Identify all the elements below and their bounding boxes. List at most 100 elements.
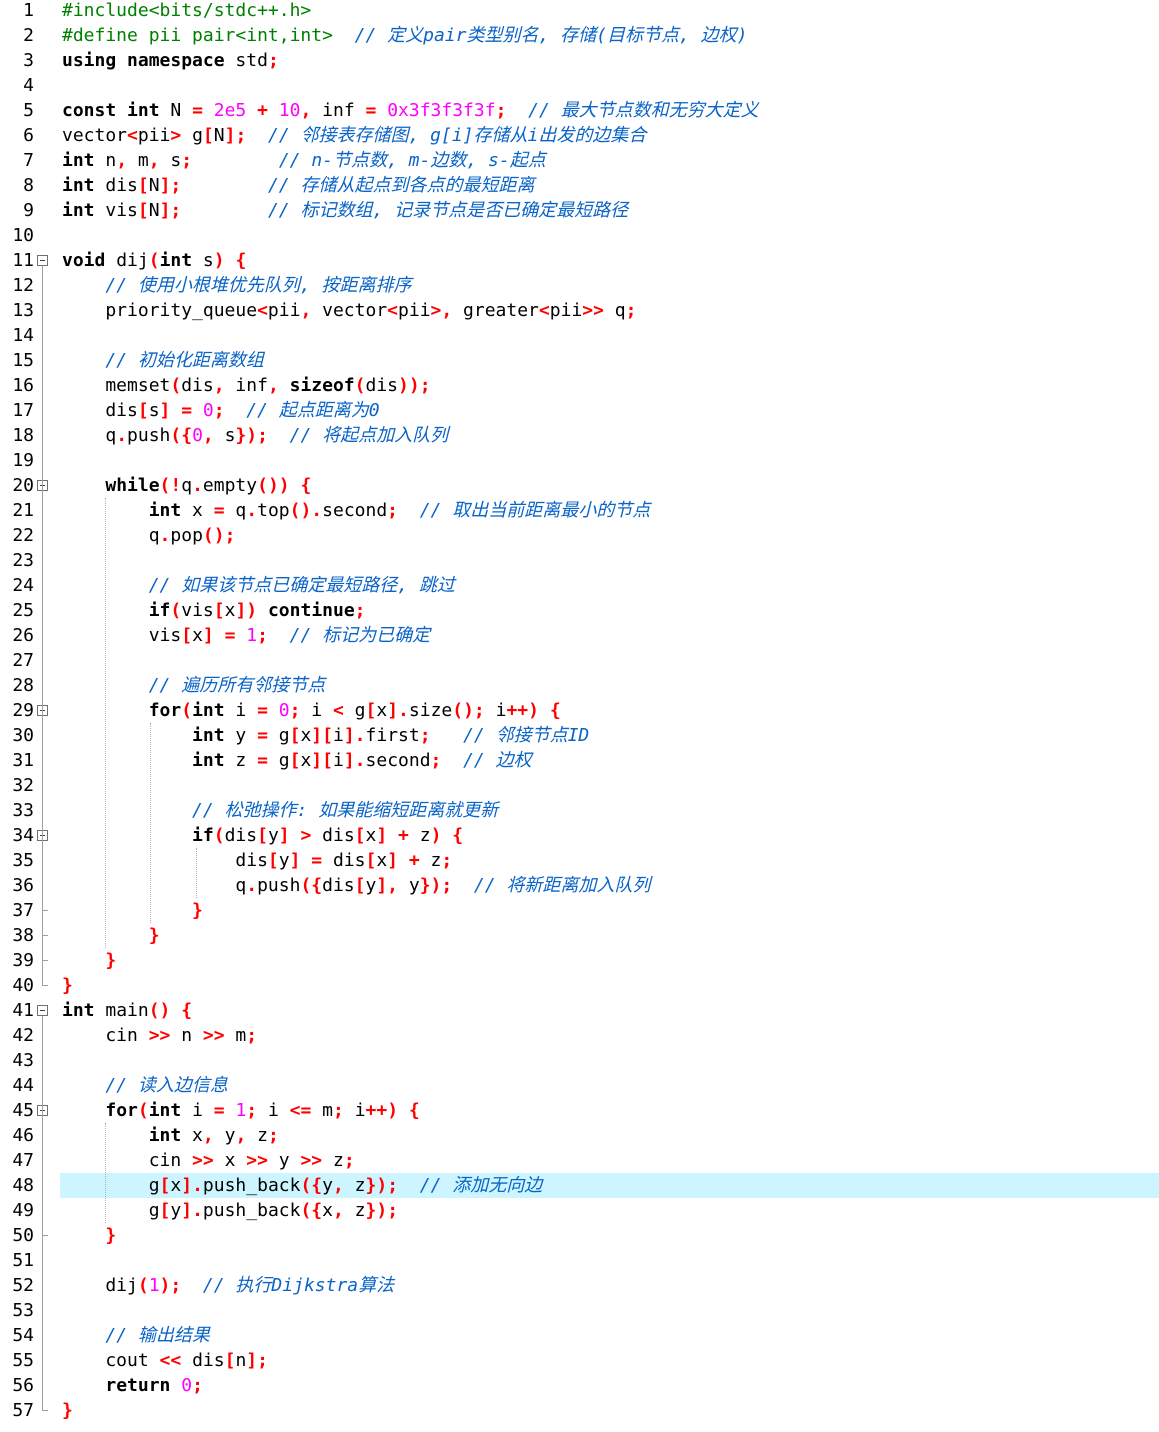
code-line[interactable]: 42 cin >> n >> m; — [0, 1023, 1159, 1048]
code-text[interactable]: int dis[N]; // 存储从起点到各点的最短距离 — [62, 173, 534, 198]
code-line[interactable]: 52 dij(1); // 执行Dijkstra算法 — [0, 1273, 1159, 1298]
code-text[interactable]: priority_queue<pii, vector<pii>, greater… — [62, 298, 636, 323]
code-line[interactable]: 14 — [0, 323, 1159, 348]
code-line[interactable]: 12 // 使用小根堆优先队列, 按距离排序 — [0, 273, 1159, 298]
code-text[interactable]: int x = q.top().second; // 取出当前距离最小的节点 — [62, 498, 651, 523]
code-line[interactable]: 3 using namespace std; — [0, 48, 1159, 73]
code-line[interactable]: 51 — [0, 1248, 1159, 1273]
code-text[interactable]: vector<pii> g[N]; // 邻接表存储图, g[i]存储从i出发的… — [62, 123, 646, 148]
code-line[interactable]: 32 — [0, 773, 1159, 798]
code-text[interactable]: // 松弛操作: 如果能缩短距离就更新 — [62, 798, 498, 823]
code-text[interactable]: using namespace std; — [62, 48, 279, 73]
code-line[interactable]: 56 return 0; — [0, 1373, 1159, 1398]
code-line[interactable]: 16 memset(dis, inf, sizeof(dis)); — [0, 373, 1159, 398]
code-line[interactable]: 23 — [0, 548, 1159, 573]
code-line[interactable]: 11 void dij(int s) { — [0, 248, 1159, 273]
code-text[interactable]: g[x].push_back({y, z}); // 添加无向边 — [62, 1173, 543, 1198]
code-text[interactable]: int y = g[x][i].first; // 邻接节点ID — [62, 723, 589, 748]
code-text[interactable]: dis[y] = dis[x] + z; — [62, 848, 452, 873]
code-line[interactable]: 46 int x, y, z; — [0, 1123, 1159, 1148]
code-line[interactable]: 8 int dis[N]; // 存储从起点到各点的最短距离 — [0, 173, 1159, 198]
code-line[interactable]: 2 #define pii pair<int,int> // 定义pair类型别名… — [0, 23, 1159, 48]
code-line[interactable]: 17 dis[s] = 0; // 起点距离为0 — [0, 398, 1159, 423]
code-line[interactable]: 57} — [0, 1398, 1159, 1423]
code-line[interactable]: 35 dis[y] = dis[x] + z; — [0, 848, 1159, 873]
code-text[interactable]: q.push({0, s}); // 将起点加入队列 — [62, 423, 448, 448]
code-line[interactable]: 39 } — [0, 948, 1159, 973]
code-line[interactable]: 24 // 如果该节点已确定最短路径, 跳过 — [0, 573, 1159, 598]
code-text[interactable]: } — [62, 973, 73, 998]
code-line[interactable]: 28 // 遍历所有邻接节点 — [0, 673, 1159, 698]
code-line[interactable]: 4 — [0, 73, 1159, 98]
code-editor[interactable]: 1 #include<bits/stdc++.h> 2 #define pii pai… — [0, 0, 1159, 1432]
code-line[interactable]: 20 while(!q.empty()) { — [0, 473, 1159, 498]
code-line[interactable]: 25 if(vis[x]) continue; — [0, 598, 1159, 623]
code-text[interactable]: memset(dis, inf, sizeof(dis)); — [62, 373, 430, 398]
code-text[interactable]: } — [62, 923, 160, 948]
code-text[interactable]: int z = g[x][i].second; // 边权 — [62, 748, 532, 773]
code-text[interactable]: void dij(int s) { — [62, 248, 246, 273]
code-text[interactable]: q.pop(); — [62, 523, 236, 548]
code-line[interactable]: 26 vis[x] = 1; // 标记为已确定 — [0, 623, 1159, 648]
code-line[interactable]: 34 if(dis[y] > dis[x] + z) { — [0, 823, 1159, 848]
code-text[interactable]: } — [62, 898, 203, 923]
code-text[interactable]: #include<bits/stdc++.h> — [62, 0, 311, 23]
code-line[interactable]: 50 } — [0, 1223, 1159, 1248]
code-text[interactable]: vis[x] = 1; // 标记为已确定 — [62, 623, 430, 648]
code-text[interactable]: } — [62, 948, 116, 973]
code-line[interactable]: 21 int x = q.top().second; // 取出当前距离最小的节… — [0, 498, 1159, 523]
code-line[interactable]: 48 g[x].push_back({y, z}); // 添加无向边 — [0, 1173, 1159, 1198]
code-line[interactable]: 43 — [0, 1048, 1159, 1073]
code-line[interactable]: 6 vector<pii> g[N]; // 邻接表存储图, g[i]存储从i出发… — [0, 123, 1159, 148]
code-text[interactable]: if(dis[y] > dis[x] + z) { — [62, 823, 463, 848]
code-line[interactable]: 40} — [0, 973, 1159, 998]
code-line[interactable]: 7 int n, m, s; // n-节点数, m-边数, s-起点 — [0, 148, 1159, 173]
code-text[interactable]: while(!q.empty()) { — [62, 473, 311, 498]
code-line[interactable]: 54 // 输出结果 — [0, 1323, 1159, 1348]
code-text[interactable]: g[y].push_back({x, z}); — [62, 1198, 398, 1223]
code-text[interactable]: // 输出结果 — [62, 1323, 210, 1348]
code-line[interactable]: 55 cout << dis[n]; — [0, 1348, 1159, 1373]
code-text[interactable]: cin >> n >> m; — [62, 1023, 257, 1048]
code-line[interactable]: 45 for(int i = 1; i <= m; i++) { — [0, 1098, 1159, 1123]
code-line[interactable]: 9 int vis[N]; // 标记数组, 记录节点是否已确定最短路径 — [0, 198, 1159, 223]
code-line[interactable]: 18 q.push({0, s}); // 将起点加入队列 — [0, 423, 1159, 448]
code-line[interactable]: 22 q.pop(); — [0, 523, 1159, 548]
code-text[interactable]: dij(1); // 执行Dijkstra算法 — [62, 1273, 394, 1298]
code-line[interactable]: 31 int z = g[x][i].second; // 边权 — [0, 748, 1159, 773]
code-text[interactable]: for(int i = 0; i < g[x].size(); i++) { — [62, 698, 561, 723]
code-line[interactable]: 19 — [0, 448, 1159, 473]
code-line[interactable]: 29 for(int i = 0; i < g[x].size(); i++) … — [0, 698, 1159, 723]
code-line[interactable]: 30 int y = g[x][i].first; // 邻接节点ID — [0, 723, 1159, 748]
code-text[interactable]: // 使用小根堆优先队列, 按距离排序 — [62, 273, 411, 298]
code-text[interactable]: // 遍历所有邻接节点 — [62, 673, 326, 698]
code-text[interactable]: for(int i = 1; i <= m; i++) { — [62, 1098, 419, 1123]
code-line[interactable]: 53 — [0, 1298, 1159, 1323]
code-text[interactable]: int vis[N]; // 标记数组, 记录节点是否已确定最短路径 — [62, 198, 628, 223]
code-text[interactable]: #define pii pair<int,int> // 定义pair类型别名,… — [62, 23, 748, 48]
code-text[interactable]: cout << dis[n]; — [62, 1348, 268, 1373]
code-line[interactable]: 38 } — [0, 923, 1159, 948]
code-line[interactable]: 47 cin >> x >> y >> z; — [0, 1148, 1159, 1173]
code-text[interactable]: if(vis[x]) continue; — [62, 598, 366, 623]
code-text[interactable]: // 初始化距离数组 — [62, 348, 264, 373]
code-line[interactable]: 1 #include<bits/stdc++.h> — [0, 0, 1159, 23]
code-line[interactable]: 36 q.push({dis[y], y}); // 将新距离加入队列 — [0, 873, 1159, 898]
code-lines[interactable]: 1 #include<bits/stdc++.h> 2 #define pii pai… — [0, 0, 1159, 1432]
code-text[interactable]: int main() { — [62, 998, 192, 1023]
code-line[interactable]: 27 — [0, 648, 1159, 673]
code-text[interactable]: int x, y, z; — [62, 1123, 279, 1148]
code-line[interactable]: 15 // 初始化距离数组 — [0, 348, 1159, 373]
code-line[interactable]: 10 — [0, 223, 1159, 248]
code-text[interactable]: } — [62, 1398, 73, 1423]
code-text[interactable]: } — [62, 1223, 116, 1248]
code-line[interactable]: 41 int main() { — [0, 998, 1159, 1023]
code-line[interactable]: 13 priority_queue<pii, vector<pii>, grea… — [0, 298, 1159, 323]
code-text[interactable]: // 读入边信息 — [62, 1073, 228, 1098]
code-line[interactable]: 33 // 松弛操作: 如果能缩短距离就更新 — [0, 798, 1159, 823]
code-text[interactable]: int n, m, s; // n-节点数, m-边数, s-起点 — [62, 148, 546, 173]
code-line[interactable]: 44 // 读入边信息 — [0, 1073, 1159, 1098]
code-line[interactable]: 49 g[y].push_back({x, z}); — [0, 1198, 1159, 1223]
code-text[interactable]: const int N = 2e5 + 10, inf = 0x3f3f3f3f… — [62, 98, 759, 123]
code-line[interactable]: 5 const int N = 2e5 + 10, inf = 0x3f3f3f3… — [0, 98, 1159, 123]
